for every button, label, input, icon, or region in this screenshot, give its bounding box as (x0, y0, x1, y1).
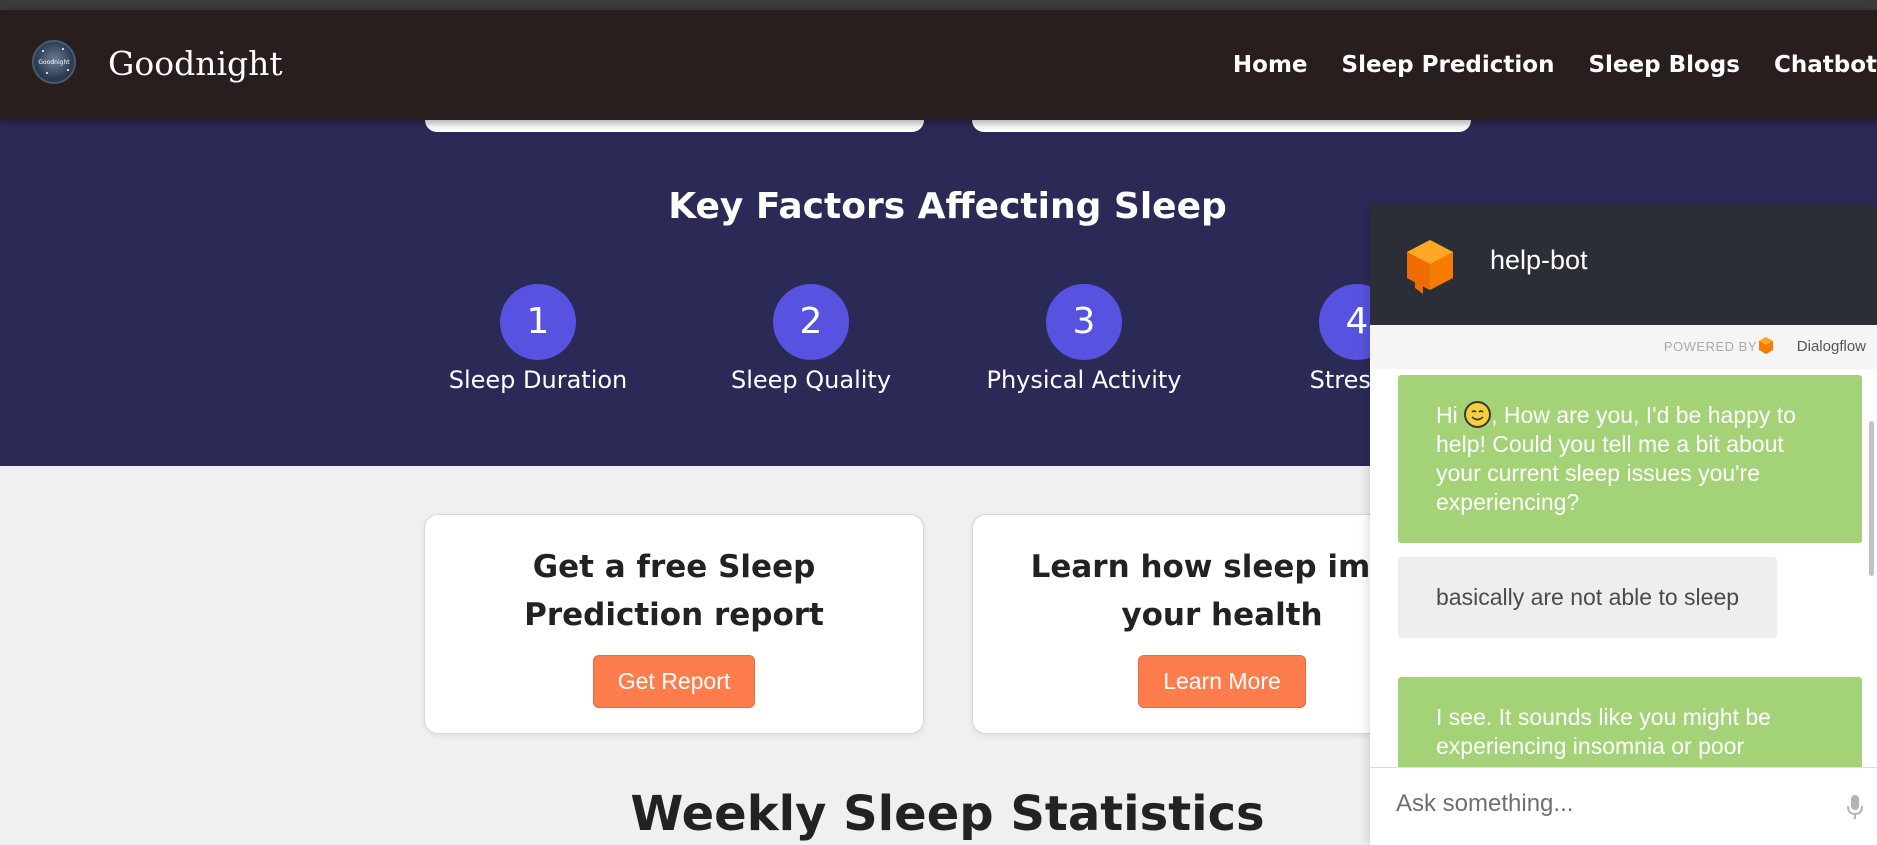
bot-message: Hi , How are you, I'd be happy to help! … (1398, 375, 1862, 543)
factor-label: Sleep Duration (448, 366, 628, 394)
nav-sleep-blogs[interactable]: Sleep Blogs (1588, 52, 1740, 78)
factor-item: 3 Physical Activity (969, 284, 1199, 394)
smiling-face-emoji-icon (1464, 401, 1492, 428)
microphone-icon[interactable] (1847, 794, 1863, 820)
chat-input[interactable] (1396, 790, 1796, 818)
sleep-prediction-card: Get a free Sleep Prediction report Get R… (424, 514, 924, 734)
factor-number: 2 (773, 284, 849, 360)
chat-widget: help-bot POWERED BY Dialogflow Hi , How … (1370, 205, 1877, 845)
card-title: Get a free Sleep Prediction report (524, 549, 824, 633)
dialogflow-bot-icon (1407, 240, 1453, 294)
message-text: Hi (1436, 402, 1465, 428)
message-text: I see. It sounds like you might be exper… (1436, 704, 1771, 759)
chat-scrollbar[interactable] (1869, 421, 1874, 576)
chat-input-row (1370, 767, 1877, 845)
dialogflow-name[interactable]: Dialogflow (1797, 338, 1866, 355)
message-text: basically are not able to sleep (1436, 584, 1740, 610)
chat-bot-name: help-bot (1490, 245, 1588, 275)
nav-links: Home Sleep Prediction Sleep Blogs Chatbo… (1199, 52, 1877, 78)
factor-number: 1 (500, 284, 576, 360)
dialogflow-logo-icon (1759, 337, 1773, 354)
factor-item: 1 Sleep Duration (423, 284, 653, 394)
factor-item: 2 Sleep Quality (696, 284, 926, 394)
nav-chatbot[interactable]: Chatbot (1774, 52, 1877, 78)
nav-sleep-prediction[interactable]: Sleep Prediction (1342, 52, 1555, 78)
page: Goodnight Goodnight Home Sleep Predictio… (0, 0, 1877, 845)
get-report-button[interactable]: Get Report (592, 655, 756, 708)
navbar: Goodnight Goodnight Home Sleep Predictio… (0, 10, 1877, 120)
user-message: basically are not able to sleep (1398, 557, 1778, 638)
bot-message: I see. It sounds like you might be exper… (1398, 677, 1862, 767)
chat-messages[interactable]: Hi , How are you, I'd be happy to help! … (1370, 369, 1877, 767)
powered-by-bar: POWERED BY Dialogflow (1370, 325, 1877, 369)
logo-text: Goodnight (38, 59, 70, 66)
goodnight-logo-icon[interactable]: Goodnight (32, 40, 76, 84)
powered-by-label: POWERED BY (1663, 339, 1757, 354)
brand-name[interactable]: Goodnight (108, 44, 283, 83)
nav-home[interactable]: Home (1233, 52, 1308, 78)
factor-label: Physical Activity (986, 366, 1182, 394)
factor-label: Sleep Quality (730, 366, 892, 394)
factor-number: 3 (1046, 284, 1122, 360)
chat-header: help-bot (1370, 205, 1877, 325)
learn-more-button[interactable]: Learn More (1138, 655, 1306, 708)
browser-strip (0, 0, 1877, 10)
